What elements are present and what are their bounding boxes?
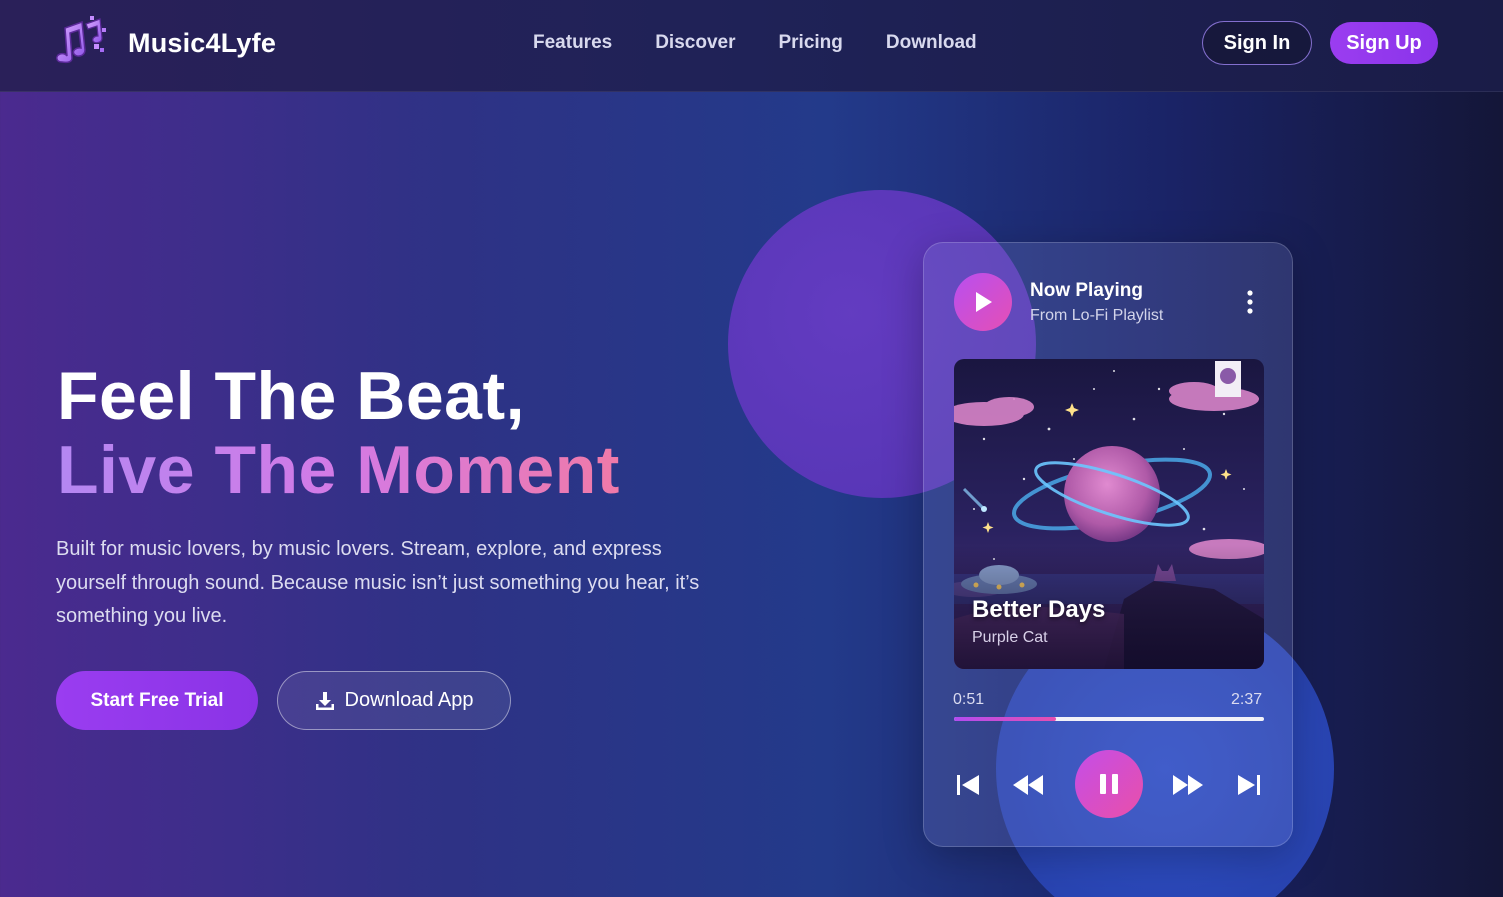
current-time: 0:51 xyxy=(953,691,985,708)
download-icon xyxy=(315,691,334,710)
nav-link-pricing[interactable]: Pricing xyxy=(778,32,842,54)
song-title: Better Days xyxy=(972,596,1106,623)
skip-previous-icon xyxy=(957,775,979,795)
play-button[interactable] xyxy=(954,273,1012,331)
brand-name[interactable]: Music4Lyfe xyxy=(128,28,276,59)
nav-link-download[interactable]: Download xyxy=(886,32,977,54)
total-time: 2:37 xyxy=(1231,691,1263,708)
top-navbar: Music4Lyfe Features Discover Pricing Dow… xyxy=(0,0,1503,92)
nav-link-discover[interactable]: Discover xyxy=(655,32,735,54)
fast-forward-button[interactable] xyxy=(1168,765,1208,805)
main-nav: Features Discover Pricing Download xyxy=(533,32,977,54)
hero-headline-line2: Live The Moment xyxy=(57,432,620,508)
fast-forward-icon xyxy=(1173,775,1203,795)
hero-headline-line1: Feel The Beat, xyxy=(57,358,526,434)
skip-next-icon xyxy=(1238,775,1260,795)
play-icon xyxy=(976,292,992,312)
now-playing-card: Now Playing From Lo-Fi Playlist Better D… xyxy=(923,242,1293,847)
sign-in-button[interactable]: Sign In xyxy=(1202,21,1312,65)
pause-icon xyxy=(1100,774,1118,794)
playlist-source: From Lo-Fi Playlist xyxy=(1030,307,1164,324)
progress-fill xyxy=(954,717,1057,721)
progress-bar[interactable] xyxy=(954,717,1264,721)
now-playing-label: Now Playing xyxy=(1030,280,1143,301)
hero-description: Built for music lovers, by music lovers.… xyxy=(56,538,700,627)
rewind-button[interactable] xyxy=(1008,765,1048,805)
skip-next-button[interactable] xyxy=(1229,765,1269,805)
more-options-icon[interactable] xyxy=(1240,287,1260,317)
rewind-icon xyxy=(1013,775,1043,795)
pause-button[interactable] xyxy=(1075,750,1143,818)
sign-up-button[interactable]: Sign Up xyxy=(1330,22,1438,64)
music-notes-logo-icon[interactable] xyxy=(52,14,108,70)
nav-link-features[interactable]: Features xyxy=(533,32,612,54)
artist-name: Purple Cat xyxy=(972,629,1048,646)
skip-previous-button[interactable] xyxy=(948,765,988,805)
download-app-label: Download App xyxy=(344,689,474,711)
download-app-button[interactable]: Download App xyxy=(277,671,511,730)
start-free-trial-button[interactable]: Start Free Trial xyxy=(56,671,258,730)
